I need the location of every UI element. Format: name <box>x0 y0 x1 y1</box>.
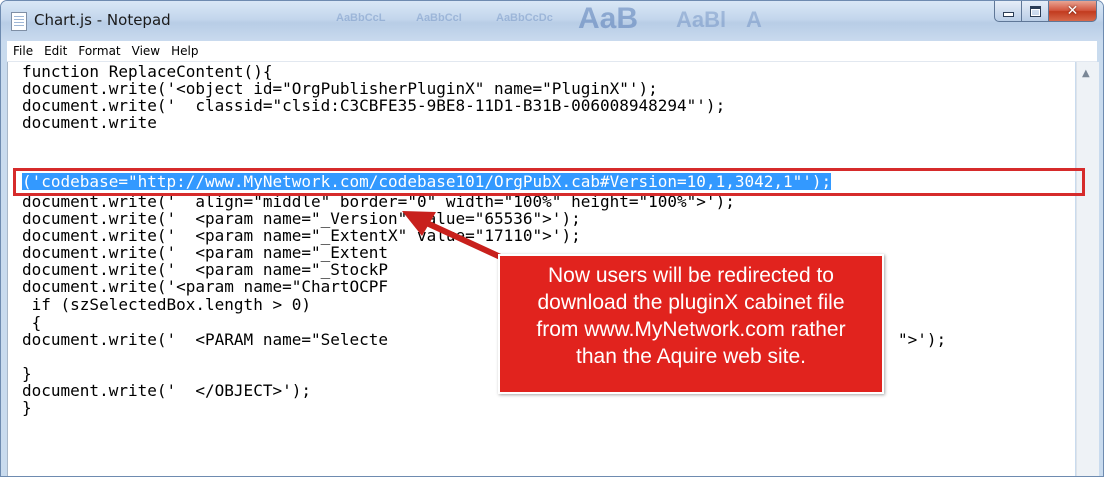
code-line: document.write('<param name="ChartOCPF <box>22 277 389 296</box>
ribbon-style-2: AaBbCcI <box>416 12 462 24</box>
callout-line: download the pluginX cabinet file <box>537 291 845 314</box>
menu-format[interactable]: Format <box>73 41 125 61</box>
ribbon-style-3: AaBbCcDc <box>496 12 553 24</box>
minimize-button[interactable] <box>994 1 1022 22</box>
code-line: document.write(' <param name="_Version" … <box>22 209 581 228</box>
maximize-button[interactable] <box>1022 1 1049 22</box>
code-line: if (szSelectedBox.length > 0) <box>22 295 311 314</box>
callout-text: Now users will be redirected to download… <box>500 262 882 370</box>
scroll-up-arrow-icon[interactable]: ▲ <box>1082 68 1090 79</box>
code-line: } <box>22 364 32 383</box>
title-bar[interactable]: Chart.js - Notepad AaBbCcL AaBbCcI AaBbC… <box>1 1 1103 41</box>
callout-line: from www.MyNetwork.com rather <box>536 318 846 341</box>
code-line: { <box>22 313 42 332</box>
code-line: document.write('<object id="OrgPublisher… <box>22 79 658 98</box>
ribbon-style-4: AaB <box>578 2 639 35</box>
notepad-window: Chart.js - Notepad AaBbCcL AaBbCcI AaBbC… <box>0 0 1104 477</box>
code-line: document.write(' <param name="_Extent <box>22 243 389 262</box>
background-ribbon-ghost: AaBbCcL AaBbCcI AaBbCcDc AaB AaBl A <box>206 1 966 41</box>
menu-help[interactable]: Help <box>166 41 203 61</box>
code-line-tail: ">'); <box>898 330 947 349</box>
close-icon: ✕ <box>1066 3 1079 19</box>
close-button[interactable]: ✕ <box>1049 1 1097 22</box>
vertical-scrollbar[interactable]: ▲ <box>1076 62 1099 476</box>
menu-view[interactable]: View <box>127 41 165 61</box>
minimize-icon <box>1002 11 1014 17</box>
code-line: document.write(' </OBJECT>'); <box>22 381 311 400</box>
notepad-icon <box>11 12 27 31</box>
ribbon-style-1: AaBbCcL <box>336 12 386 24</box>
code-line: } <box>22 398 32 417</box>
code-line: document.write(' <param name="_StockP <box>22 260 389 279</box>
code-line: document.write(' <PARAM name="Selecte <box>22 330 389 349</box>
menu-file[interactable]: File <box>8 41 38 61</box>
callout-line: Now users will be redirected to <box>548 264 834 287</box>
callout-line: than the Aquire web site. <box>576 345 806 368</box>
code-line: document.write(' <param name="_ExtentX" … <box>22 226 581 245</box>
ribbon-style-5: AaBl <box>676 7 727 32</box>
ribbon-style-6: A <box>746 7 762 32</box>
caption-buttons: ✕ <box>994 1 1097 23</box>
menu-edit[interactable]: Edit <box>39 41 72 61</box>
highlight-box <box>13 168 1085 196</box>
menu-bar: File Edit Format View Help <box>7 41 1097 62</box>
code-line: document.write(' classid="clsid:C3CBFE35… <box>22 96 726 115</box>
code-line: function ReplaceContent(){ <box>22 62 273 81</box>
window-title: Chart.js - Notepad <box>34 11 171 29</box>
callout-box: Now users will be redirected to download… <box>498 254 884 394</box>
code-line: document.write <box>22 113 157 132</box>
maximize-icon <box>1029 5 1041 17</box>
